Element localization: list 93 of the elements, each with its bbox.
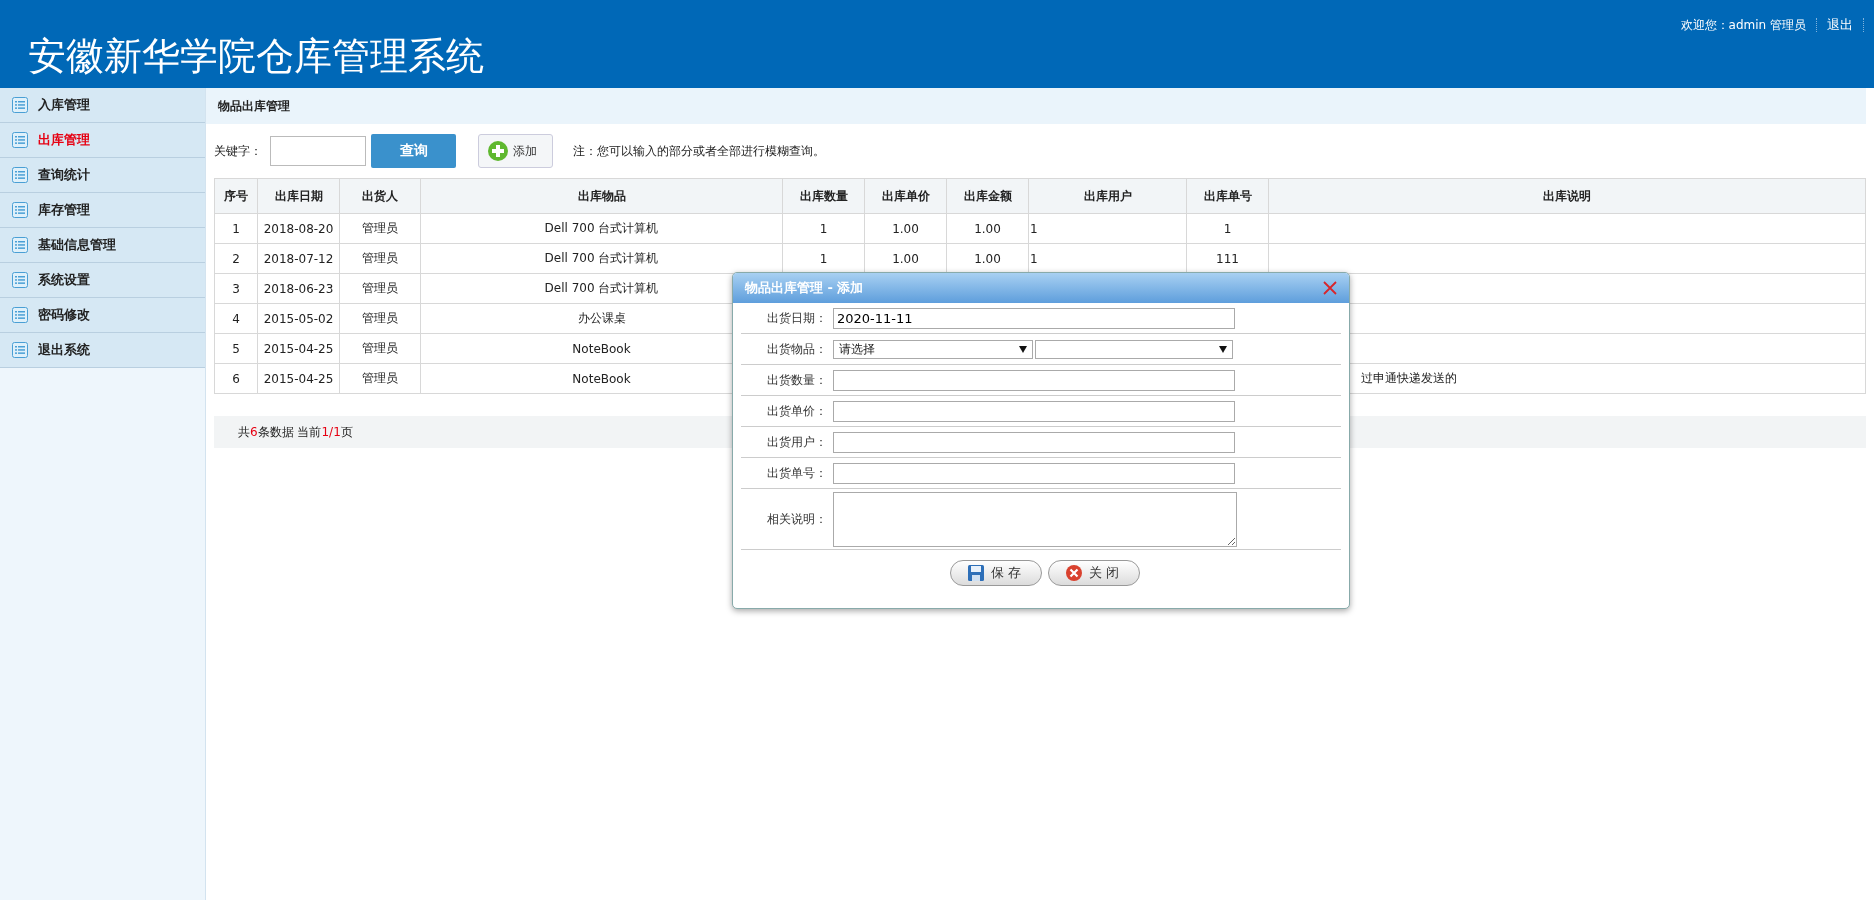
column-header: 出库金额 bbox=[946, 178, 1029, 214]
table-cell: 办公课桌 bbox=[577, 311, 626, 325]
table-cell: 2015-04-25 bbox=[263, 371, 334, 386]
caret-icon bbox=[1219, 345, 1227, 353]
column-header: 序号 bbox=[214, 178, 258, 214]
table-cell: Dell 700 台式计算机 bbox=[544, 221, 659, 235]
input-field[interactable] bbox=[833, 462, 1235, 484]
table-cell: 管理员 bbox=[362, 311, 398, 325]
sidebar-item[interactable]: 密码修改 bbox=[0, 298, 205, 333]
table-cell: 2015-05-02 bbox=[263, 311, 334, 326]
add-button[interactable]: 添加 bbox=[478, 134, 553, 168]
table-cell: 1 bbox=[232, 221, 240, 236]
list-icon bbox=[12, 342, 28, 358]
table-cell: 1 bbox=[819, 221, 828, 236]
table-cell: 管理员 bbox=[362, 281, 398, 295]
table-cell: Dell 700 台式计算机 bbox=[544, 251, 659, 265]
sidebar-item[interactable]: 出库管理 bbox=[0, 123, 205, 158]
table-cell: 过申通快递发送的 bbox=[1361, 371, 1457, 385]
column-header: 出库用户 bbox=[1028, 178, 1187, 214]
column-header: 出库日期 bbox=[257, 178, 340, 214]
column-header: 出货人 bbox=[339, 178, 421, 214]
table-cell: 管理员 bbox=[362, 251, 398, 265]
input-field[interactable] bbox=[833, 400, 1235, 422]
column-header: 出库数量 bbox=[782, 178, 865, 214]
list-icon bbox=[12, 272, 28, 288]
field-label: 出货日期： bbox=[766, 309, 828, 327]
field-label: 出货物品： bbox=[766, 340, 828, 358]
search-hint: 注：您可以输入的部分或者全部进行模糊查询。 bbox=[573, 142, 825, 160]
page-heading: 物品出库管理 bbox=[218, 97, 290, 115]
input-field[interactable] bbox=[833, 369, 1235, 391]
table-cell: 1 bbox=[1030, 251, 1038, 266]
field-label: 出货单号： bbox=[766, 464, 828, 482]
table-cell: 1.00 bbox=[892, 221, 919, 236]
pagination-info: 共6条数据 当前1/1页 bbox=[238, 423, 353, 441]
logout-link[interactable]: 退出 bbox=[1827, 16, 1853, 34]
table-cell: 1 bbox=[819, 251, 828, 266]
table-cell: 2015-04-25 bbox=[263, 341, 334, 356]
table-cell: 2018-08-20 bbox=[263, 221, 334, 236]
field-label: 相关说明： bbox=[766, 510, 828, 528]
list-icon bbox=[12, 97, 28, 113]
sidebar-item[interactable]: 基础信息管理 bbox=[0, 228, 205, 263]
keyword-field[interactable] bbox=[270, 136, 366, 166]
app-title: 安徽新华学院仓库管理系统 bbox=[28, 33, 484, 80]
field-label: 出货单价： bbox=[766, 402, 828, 420]
table-cell: 1 bbox=[1223, 221, 1232, 236]
table-cell: NoteBook bbox=[572, 341, 631, 356]
table-cell: 管理员 bbox=[362, 221, 398, 235]
cross-circle-icon bbox=[1065, 564, 1083, 582]
welcome-text: 欢迎您：admin 管理员 bbox=[1680, 16, 1806, 34]
keyword-label: 关键字： bbox=[214, 142, 262, 160]
table-cell: Dell 700 台式计算机 bbox=[544, 281, 659, 295]
table-cell: 1 bbox=[1030, 221, 1038, 236]
table-cell: 5 bbox=[232, 341, 240, 356]
table-cell: 管理员 bbox=[362, 371, 398, 385]
table-cell: 4 bbox=[232, 311, 240, 326]
table-cell: 2018-07-12 bbox=[263, 251, 334, 266]
caret-icon bbox=[1019, 345, 1027, 353]
column-header: 出库物品 bbox=[420, 178, 783, 214]
field-label: 出货数量： bbox=[766, 371, 828, 389]
list-icon bbox=[12, 307, 28, 323]
dialog-title: 物品出库管理 - 添加 bbox=[745, 279, 864, 297]
column-header: 出库单价 bbox=[864, 178, 947, 214]
table-cell: 2018-06-23 bbox=[263, 281, 334, 296]
save-button[interactable]: 保存 bbox=[950, 560, 1042, 586]
sidebar-item[interactable]: 退出系统 bbox=[0, 333, 205, 368]
input-field[interactable] bbox=[833, 431, 1235, 453]
table-cell: 111 bbox=[1216, 251, 1239, 266]
sidebar-item[interactable]: 库存管理 bbox=[0, 193, 205, 228]
list-icon bbox=[12, 202, 28, 218]
field-label: 出货用户： bbox=[766, 433, 828, 451]
table-cell: 1.00 bbox=[892, 251, 919, 266]
table-cell: 1.00 bbox=[974, 221, 1001, 236]
close-button[interactable]: 关闭 bbox=[1048, 560, 1140, 586]
table-cell: NoteBook bbox=[572, 371, 631, 386]
table-cell: 3 bbox=[232, 281, 240, 296]
list-icon bbox=[12, 167, 28, 183]
dropdown[interactable]: 请选择 bbox=[833, 339, 1033, 359]
table-cell: 管理员 bbox=[362, 341, 398, 355]
table-cell: 1.00 bbox=[974, 251, 1001, 266]
list-icon bbox=[12, 237, 28, 253]
column-header: 出库单号 bbox=[1186, 178, 1269, 214]
column-header: 出库说明 bbox=[1268, 178, 1866, 214]
close-icon[interactable] bbox=[1323, 281, 1337, 295]
sidebar-item[interactable]: 入库管理 bbox=[0, 88, 205, 123]
plus-icon bbox=[487, 140, 509, 162]
textarea-field[interactable] bbox=[833, 491, 1237, 547]
table-cell: 6 bbox=[232, 371, 240, 386]
sidebar-item[interactable]: 查询统计 bbox=[0, 158, 205, 193]
dropdown[interactable] bbox=[1035, 339, 1233, 359]
sidebar-item[interactable]: 系统设置 bbox=[0, 263, 205, 298]
input-field[interactable]: 2020-11-11 bbox=[833, 307, 1235, 329]
list-icon bbox=[12, 132, 28, 148]
table-cell: 2 bbox=[232, 251, 240, 266]
